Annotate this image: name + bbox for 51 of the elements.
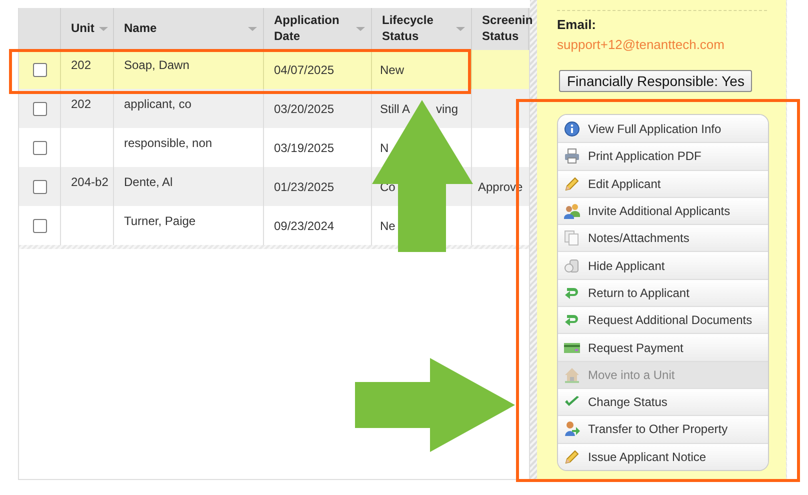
unit-cell: 204-b2 <box>61 167 114 206</box>
menu-item[interactable]: Return to Applicant <box>558 278 768 306</box>
documents-icon <box>564 230 580 246</box>
row-checkbox[interactable] <box>33 63 47 77</box>
status-cell: Still A <box>380 102 410 116</box>
pencil-icon <box>564 448 580 465</box>
column-header[interactable]: Name <box>124 21 157 37</box>
column-header[interactable]: Unit <box>71 21 94 37</box>
date-cell: 04/07/2025 <box>264 50 372 89</box>
menu-item[interactable]: Notes/Attachments <box>558 224 768 252</box>
unit-cell: 202 <box>61 89 114 128</box>
menu-item[interactable]: Request Additional Documents <box>558 306 768 334</box>
unit-cell: 202 <box>61 50 114 89</box>
menu-item[interactable]: Change Status <box>558 388 768 416</box>
menu-item[interactable]: Issue Applicant Notice <box>558 442 768 470</box>
pencil-icon <box>564 176 580 192</box>
row-checkbox[interactable] <box>33 141 47 155</box>
sort-icon <box>456 27 465 31</box>
column-header[interactable]: Lifecycle Status <box>382 13 461 45</box>
info-icon <box>564 120 580 137</box>
house-icon <box>564 366 580 383</box>
name-cell: Soap, Dawn <box>114 50 264 89</box>
row-checkbox[interactable] <box>33 102 47 116</box>
menu-item[interactable]: Edit Applicant <box>558 170 768 197</box>
menu-item[interactable]: Transfer to Other Property <box>558 415 768 443</box>
email-label: Email: <box>557 17 598 32</box>
menu-item[interactable]: Hide Applicant <box>558 251 768 279</box>
status-cell: Ne <box>380 219 396 233</box>
menu-item[interactable]: Invite Additional Applicants <box>558 196 768 224</box>
people-icon <box>564 203 580 220</box>
date-cell: 01/23/2025 <box>264 167 372 206</box>
row-checkbox[interactable] <box>33 180 47 194</box>
printer-icon <box>564 148 580 164</box>
sort-icon <box>248 27 257 31</box>
sort-icon <box>356 27 365 31</box>
column-header[interactable]: Screenin Status <box>482 13 533 45</box>
return-arrow-icon <box>564 312 580 328</box>
column-header[interactable]: Application Date <box>274 13 361 45</box>
menu-item[interactable]: Print Application PDF <box>558 142 768 170</box>
status-cell: New <box>380 63 404 77</box>
name-cell: applicant, co <box>114 89 264 128</box>
date-cell: 03/20/2025 <box>264 89 372 128</box>
menu-item[interactable]: Request Payment <box>558 333 768 361</box>
row-checkbox[interactable] <box>33 219 47 233</box>
person-arrow-icon <box>564 421 580 438</box>
sort-icon <box>99 27 108 31</box>
status-cell: ving <box>436 102 458 116</box>
financially-responsible-button[interactable]: Financially Responsible: Yes <box>559 70 752 92</box>
status-cell: N <box>380 141 389 155</box>
name-cell: Dente, Al <box>114 167 264 206</box>
menu-item[interactable]: View Full Application Info <box>558 115 768 142</box>
